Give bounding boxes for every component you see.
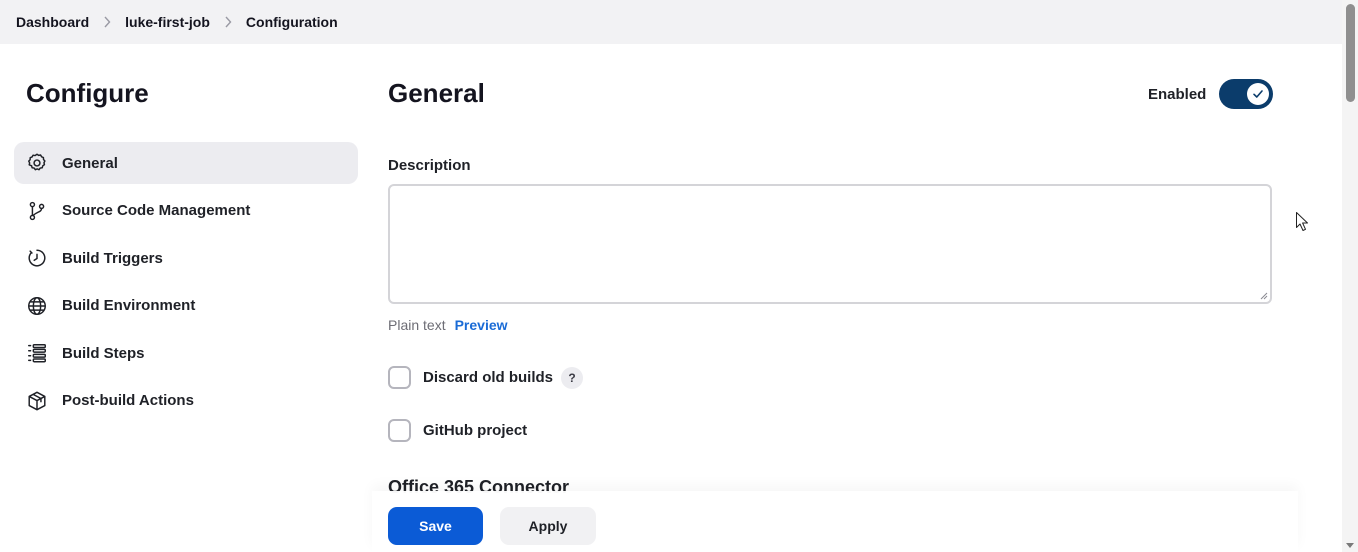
breadcrumb-dashboard[interactable]: Dashboard (16, 14, 89, 30)
sidebar-item-label: Source Code Management (62, 202, 251, 219)
gear-icon (26, 152, 48, 174)
discard-old-builds-option: Discard old builds ? (388, 366, 584, 389)
configure-page: Dashboard luke-first-job Configuration C… (0, 0, 1358, 552)
section-title: General (388, 78, 485, 108)
discard-old-builds-checkbox[interactable] (388, 366, 411, 389)
scroll-down-arrow-icon[interactable] (1346, 543, 1354, 548)
package-icon (26, 390, 48, 412)
mouse-cursor-icon (1296, 212, 1308, 231)
breadcrumb: Dashboard luke-first-job Configuration (0, 0, 1342, 44)
sidebar-item-label: Post-build Actions (62, 392, 194, 409)
sidebar-nav: General Source Code Management Build Tri… (14, 142, 358, 427)
sidebar-item-source-code-management[interactable]: Source Code Management (14, 190, 358, 232)
globe-icon (26, 295, 48, 317)
sidebar-item-build-triggers[interactable]: Build Triggers (14, 237, 358, 279)
description-format-row: Plain text Preview (388, 317, 508, 333)
description-textarea[interactable] (388, 184, 1272, 304)
enabled-toggle[interactable] (1219, 79, 1273, 109)
github-project-checkbox[interactable] (388, 419, 411, 442)
sidebar-item-label: Build Steps (62, 344, 145, 362)
sidebar-item-label: Build Environment (62, 297, 196, 314)
sidebar-item-build-environment[interactable]: Build Environment (14, 285, 358, 327)
timer-icon (26, 247, 48, 269)
chevron-right-icon (224, 16, 232, 28)
preview-link[interactable]: Preview (455, 317, 508, 333)
vertical-scrollbar[interactable] (1342, 0, 1358, 552)
help-icon[interactable]: ? (561, 366, 584, 389)
github-project-label[interactable]: GitHub project (423, 422, 527, 439)
branch-icon (26, 200, 48, 222)
sidebar-title: Configure (26, 78, 149, 108)
enabled-label: Enabled (1148, 86, 1207, 103)
scrollbar-thumb[interactable] (1346, 4, 1355, 102)
check-icon (1247, 83, 1269, 105)
apply-button[interactable]: Apply (500, 507, 596, 545)
sidebar-item-label: General (62, 154, 118, 172)
sidebar-item-general[interactable]: General (14, 142, 358, 184)
breadcrumb-configuration[interactable]: Configuration (246, 14, 338, 30)
list-icon (26, 342, 48, 364)
description-label: Description (388, 157, 471, 174)
plain-text-label: Plain text (388, 317, 446, 333)
github-project-option: GitHub project (388, 419, 527, 442)
discard-old-builds-label[interactable]: Discard old builds (423, 369, 553, 386)
sidebar-item-post-build-actions[interactable]: Post-build Actions (14, 380, 358, 422)
sidebar-item-label: Build Triggers (62, 249, 163, 267)
sidebar-item-build-steps[interactable]: Build Steps (14, 332, 358, 374)
resize-grip-icon[interactable] (1258, 290, 1268, 300)
chevron-right-icon (103, 16, 111, 28)
breadcrumb-job[interactable]: luke-first-job (125, 14, 210, 30)
save-button[interactable]: Save (388, 507, 483, 545)
